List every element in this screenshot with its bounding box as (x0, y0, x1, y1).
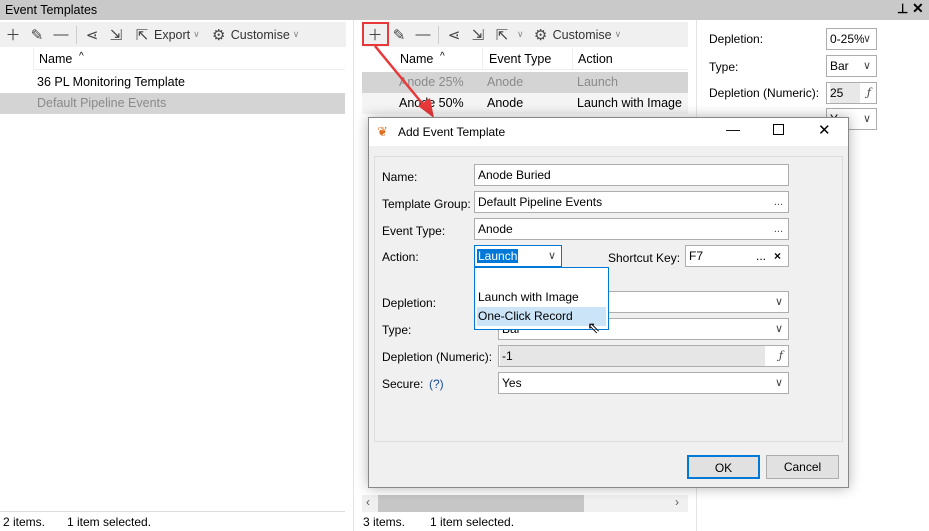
list-item[interactable]: Default Pipeline Events (0, 93, 345, 114)
browse-button[interactable]: ... (756, 246, 766, 266)
add-event-template-dialog: ❦ Add Event Template — ✕ Name: Anode Bur… (368, 117, 849, 488)
help-link[interactable]: (?) (429, 377, 444, 391)
function-icon[interactable]: ƒ (867, 83, 871, 103)
divider (572, 48, 573, 70)
type-label: Type: (382, 323, 412, 337)
divider (0, 511, 345, 512)
numeric-label: Depletion (Numeric): (709, 86, 820, 100)
splitter[interactable] (353, 20, 354, 531)
chevron-down-icon: ∨ (193, 29, 200, 39)
chevron-down-icon: ∨ (614, 29, 622, 39)
close-icon[interactable]: ✕ (912, 0, 924, 17)
cancel-button[interactable]: Cancel (766, 455, 839, 479)
panel-title: Event Templates (5, 3, 98, 17)
depletion-numeric-label: Depletion (Numeric): (382, 350, 493, 364)
chevron-down-icon: ∨ (862, 113, 871, 125)
scroll-left-icon[interactable]: ‹ (366, 495, 370, 509)
depletion-select[interactable]: 0-25% ∨ (826, 28, 877, 50)
chevron-down-icon: ∨ (862, 33, 871, 45)
action-label: Action: (382, 250, 419, 264)
chevron-down-icon: ∨ (547, 250, 556, 262)
maximize-icon[interactable] (773, 124, 784, 135)
add-icon[interactable]: ＋ (4, 24, 22, 45)
export-icon: ⇱ (135, 26, 149, 44)
import-icon[interactable]: ⇲ (469, 26, 487, 44)
customise-button[interactable]: ⚙ Customise ∨ (530, 24, 624, 46)
chevron-down-icon: ∨ (774, 296, 783, 308)
sort-asc-icon: ^ (79, 51, 84, 62)
ok-button[interactable]: OK (687, 455, 760, 479)
event-type-label: Event Type: (382, 224, 446, 238)
status-selected: 1 item selected. (67, 515, 152, 529)
cell: Anode (487, 75, 524, 89)
chevron-down-icon: ∨ (862, 60, 871, 72)
shortcut-key-label: Shortcut Key: (608, 251, 681, 265)
export-icon[interactable]: ⇱ (493, 26, 511, 44)
remove-icon[interactable]: — (52, 26, 70, 43)
cell: Launch with Image (577, 96, 682, 110)
left-toolbar: ＋ ✎ — ⋖ ⇲ ⇱ Export ∨ ⚙ Customise ∨ (0, 22, 346, 47)
share-icon[interactable]: ⋖ (83, 26, 101, 44)
action-select[interactable]: Launch ∨ (474, 245, 562, 267)
clear-icon[interactable]: × (774, 246, 781, 266)
type-select[interactable]: Bar∨ (826, 55, 877, 77)
function-icon[interactable]: ƒ (779, 346, 783, 366)
cell: Anode (487, 96, 524, 110)
status-items: 3 items. (363, 515, 406, 529)
scrollbar-thumb[interactable] (378, 495, 584, 512)
scroll-right-icon[interactable]: › (675, 495, 679, 509)
secure-select[interactable]: Yes ∨ (498, 372, 789, 394)
name-input[interactable]: Anode Buried (474, 164, 789, 186)
app-logo-icon: ❦ (377, 124, 388, 139)
browse-button[interactable]: ... (774, 219, 783, 239)
import-icon[interactable]: ⇲ (107, 26, 125, 44)
browse-button[interactable]: ... (774, 192, 783, 212)
column-label: Name (39, 52, 73, 66)
mouse-cursor-icon: ⇖ (587, 320, 601, 337)
divider (482, 48, 483, 70)
divider (76, 25, 77, 44)
column-header-name[interactable]: Name ^ (33, 48, 345, 70)
depletion-label: Depletion: (382, 296, 437, 310)
status-items: 2 items. (3, 515, 46, 529)
shortcut-key-input[interactable]: F7... × (685, 245, 789, 267)
close-icon[interactable]: ✕ (818, 121, 831, 139)
event-type-input[interactable]: Anode... (474, 218, 789, 240)
edit-icon[interactable]: ✎ (28, 26, 46, 44)
gear-icon: ⚙ (212, 26, 226, 44)
pin-icon[interactable]: ⊥ (897, 1, 908, 17)
depletion-label: Depletion: (709, 32, 764, 46)
horizontal-scrollbar[interactable]: ‹ › (362, 495, 688, 512)
dropdown-option[interactable]: Launch with Image (475, 288, 608, 307)
customise-label: Customise (230, 27, 290, 42)
export-button[interactable]: ⇱ Export ∨ (131, 24, 202, 46)
dialog-title: Add Event Template (398, 125, 506, 139)
panel-title-bar: Event Templates ⊥ ✕ (0, 0, 929, 20)
column-header-event-type[interactable]: Event Type (489, 52, 551, 66)
chevron-down-icon[interactable]: ∨ (517, 29, 524, 40)
status-selected: 1 item selected. (430, 515, 515, 529)
chevron-down-icon: ∨ (774, 323, 783, 335)
export-label: Export (154, 27, 191, 42)
list-item[interactable]: 36 PL Monitoring Template (0, 72, 345, 93)
cell: Launch (577, 75, 619, 89)
depletion-numeric-input[interactable]: -1 ƒ (498, 345, 789, 367)
dropdown-option[interactable] (475, 268, 608, 287)
customise-label: Customise (552, 27, 612, 42)
column-header-action[interactable]: Action (578, 52, 613, 66)
type-label: Type: (709, 60, 739, 74)
secure-label: Secure: (382, 377, 424, 391)
chevron-down-icon: ∨ (292, 29, 300, 39)
chevron-down-icon: ∨ (774, 377, 783, 389)
template-group-input[interactable]: Default Pipeline Events... (474, 191, 789, 213)
customise-button[interactable]: ⚙ Customise ∨ (208, 24, 302, 46)
numeric-input[interactable]: 25 ƒ (826, 82, 877, 104)
template-group-label: Template Group: (382, 197, 471, 211)
minimize-icon[interactable]: — (726, 121, 740, 137)
dialog-title-bar: ❦ Add Event Template — ✕ (369, 118, 848, 146)
name-label: Name: (382, 170, 418, 184)
gear-icon: ⚙ (533, 26, 548, 44)
